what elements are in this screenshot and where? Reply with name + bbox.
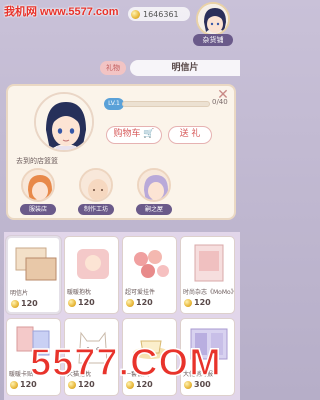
- shop-workshop-label: 制作工坊: [78, 204, 114, 215]
- pillow-thumb: [77, 249, 109, 279]
- level-count: 0/40: [212, 98, 228, 106]
- tab-gift[interactable]: 礼物: [100, 61, 126, 75]
- item-price: 120: [68, 298, 95, 307]
- cart-button[interactable]: 购物车 🛒: [106, 126, 162, 144]
- item-price: 120: [11, 299, 38, 308]
- level-badge: LV.1: [104, 98, 124, 110]
- item-price: 120: [126, 298, 153, 307]
- shop-house[interactable]: 嗣之屋: [132, 168, 176, 215]
- shop-clothing-avatar: [21, 168, 55, 202]
- character-panel: ✕ LV.1 0/40 购物车 🛒 送 礼 去到的店篮篮 服装店 制作工坊 嗣之…: [6, 84, 236, 220]
- currency-value: 1646361: [143, 9, 179, 19]
- item-price: 120: [184, 298, 211, 307]
- character-avatar: [34, 92, 94, 152]
- tab-postcard[interactable]: 明信片: [130, 60, 240, 76]
- charm-thumb: [134, 250, 169, 278]
- item-name: 明信片: [10, 290, 29, 297]
- coin-icon: [11, 299, 19, 308]
- cart-button-label: 购物车: [113, 129, 141, 139]
- coin-icon: [68, 298, 76, 307]
- coin-icon: [184, 298, 192, 307]
- shopkeeper-avatar[interactable]: [196, 2, 230, 36]
- item-card[interactable]: 超可爱挂件 120: [122, 236, 177, 314]
- visited-shops-label: 去到的店篮篮: [16, 157, 58, 165]
- watermark-bottom: 5577.COM: [29, 341, 222, 385]
- shopkeeper-label: 杂货铺: [193, 34, 233, 46]
- watermark-top: 我机网 www.5577.com: [4, 6, 119, 18]
- coin-icon: [10, 380, 18, 389]
- shop-workshop-avatar: [79, 168, 113, 202]
- shop-house-avatar: [137, 168, 171, 202]
- magazine-thumb: [194, 244, 224, 282]
- item-name: 时尚杂志《MoMo》: [183, 289, 234, 296]
- shop-house-label: 嗣之屋: [136, 204, 172, 215]
- item-name: 超可爱挂件: [125, 289, 156, 296]
- currency-display: 1646361: [128, 7, 190, 21]
- item-card[interactable]: 暖暖抱枕 120: [64, 236, 119, 314]
- postcard-thumb: [15, 247, 57, 281]
- tab-bar: 礼物 明信片: [0, 58, 240, 78]
- item-card[interactable]: 时尚杂志《MoMo》 120: [180, 236, 235, 314]
- level-progress-bar: [122, 101, 210, 107]
- gift-button[interactable]: 送 礼: [168, 126, 212, 144]
- item-name: 暖暖抱枕: [67, 289, 92, 296]
- coin-icon: [131, 9, 140, 19]
- shop-clothing[interactable]: 服装店: [16, 168, 60, 215]
- shop-workshop[interactable]: 制作工坊: [74, 168, 118, 215]
- shop-clothing-label: 服装店: [20, 204, 56, 215]
- item-card[interactable]: 明信片 120: [6, 236, 61, 314]
- coin-icon: [126, 298, 134, 307]
- cart-icon: 🛒: [143, 129, 155, 139]
